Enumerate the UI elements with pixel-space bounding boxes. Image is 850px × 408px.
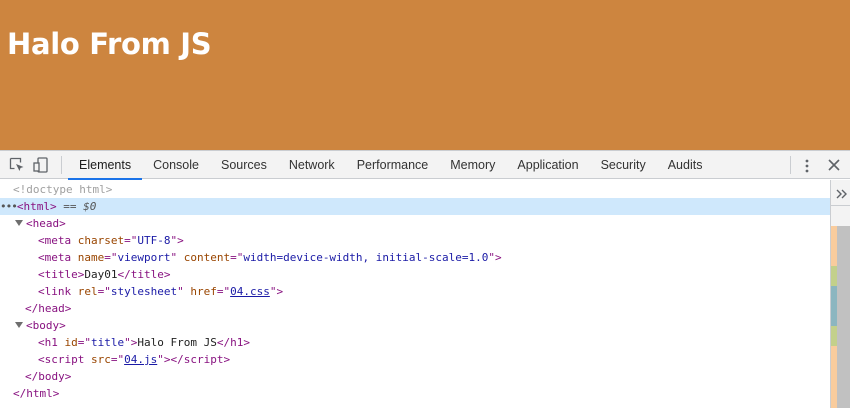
h1-text: Halo From JS bbox=[137, 336, 217, 349]
tree-node-head-close[interactable]: </head> bbox=[0, 300, 830, 317]
expand-triangle-icon[interactable] bbox=[15, 322, 23, 328]
tab-network[interactable]: Network bbox=[278, 151, 346, 179]
styles-side-panel bbox=[830, 180, 850, 408]
meta-charset-value: UTF-8 bbox=[137, 234, 171, 247]
tab-security[interactable]: Security bbox=[590, 151, 657, 179]
tab-application[interactable]: Application bbox=[506, 151, 589, 179]
tab-performance[interactable]: Performance bbox=[346, 151, 440, 179]
page-heading: Halo From JS bbox=[7, 27, 212, 61]
tab-memory[interactable]: Memory bbox=[439, 151, 506, 179]
elements-tree: <!doctype html> •••<html> == $0 <head> <… bbox=[0, 180, 830, 408]
link-href-value[interactable]: 04.css bbox=[230, 285, 270, 298]
tree-node-title[interactable]: <title>Day01</title> bbox=[0, 266, 830, 283]
tree-node-html[interactable]: •••<html> == $0 bbox=[0, 198, 830, 215]
h1-id-value: title bbox=[91, 336, 125, 349]
expand-triangle-icon[interactable] bbox=[15, 220, 23, 226]
tab-sources[interactable]: Sources bbox=[210, 151, 278, 179]
inspect-element-icon[interactable] bbox=[9, 157, 25, 173]
devtools-panel: Elements Console Sources Network Performance… bbox=[0, 150, 850, 408]
tree-node-body-close[interactable]: </body> bbox=[0, 368, 830, 385]
kebab-menu-icon[interactable] bbox=[800, 158, 814, 173]
chevron-double-right-icon[interactable] bbox=[836, 186, 848, 200]
tree-node-h1[interactable]: <h1 id="title">Halo From JS</h1> bbox=[0, 334, 830, 351]
tree-node-script[interactable]: <script src="04.js"></script> bbox=[0, 351, 830, 368]
close-icon[interactable] bbox=[826, 157, 842, 173]
tab-elements[interactable]: Elements bbox=[68, 151, 143, 180]
selected-marker: == $0 bbox=[63, 200, 97, 213]
tree-node-doctype[interactable]: <!doctype html> bbox=[0, 181, 830, 198]
devtools-tabs: Elements Console Sources Network Performance… bbox=[68, 151, 714, 180]
device-toolbar-icon[interactable] bbox=[33, 157, 49, 173]
tab-console[interactable]: Console bbox=[142, 151, 210, 179]
title-text: Day01 bbox=[84, 268, 118, 281]
tree-node-html-close[interactable]: </html> bbox=[0, 385, 830, 402]
toolbar-divider bbox=[790, 156, 791, 174]
tree-node-body[interactable]: <body> bbox=[0, 317, 830, 334]
toolbar-divider bbox=[61, 156, 62, 174]
tree-node-link[interactable]: <link rel="stylesheet" href="04.css"> bbox=[0, 283, 830, 300]
link-rel-value: stylesheet bbox=[110, 285, 178, 298]
tab-audits[interactable]: Audits bbox=[657, 151, 714, 179]
tree-node-meta-viewport[interactable]: <meta name="viewport" content="width=dev… bbox=[0, 249, 830, 266]
meta-content-value: width=device-width, initial-scale=1.0 bbox=[243, 251, 489, 264]
devtools-toolbar: Elements Console Sources Network Performance… bbox=[0, 151, 850, 180]
tree-node-meta-charset[interactable]: <meta charset="UTF-8"> bbox=[0, 232, 830, 249]
doctype-text: <!doctype html> bbox=[13, 183, 113, 196]
side-panel-header bbox=[831, 180, 850, 206]
vertical-scrollbar[interactable] bbox=[837, 226, 850, 408]
more-actions-icon[interactable]: ••• bbox=[0, 200, 18, 213]
script-src-value[interactable]: 04.js bbox=[124, 353, 157, 366]
meta-name-value: viewport bbox=[117, 251, 171, 264]
tree-node-head[interactable]: <head> bbox=[0, 215, 830, 232]
page-viewport: Halo From JS bbox=[0, 0, 850, 150]
